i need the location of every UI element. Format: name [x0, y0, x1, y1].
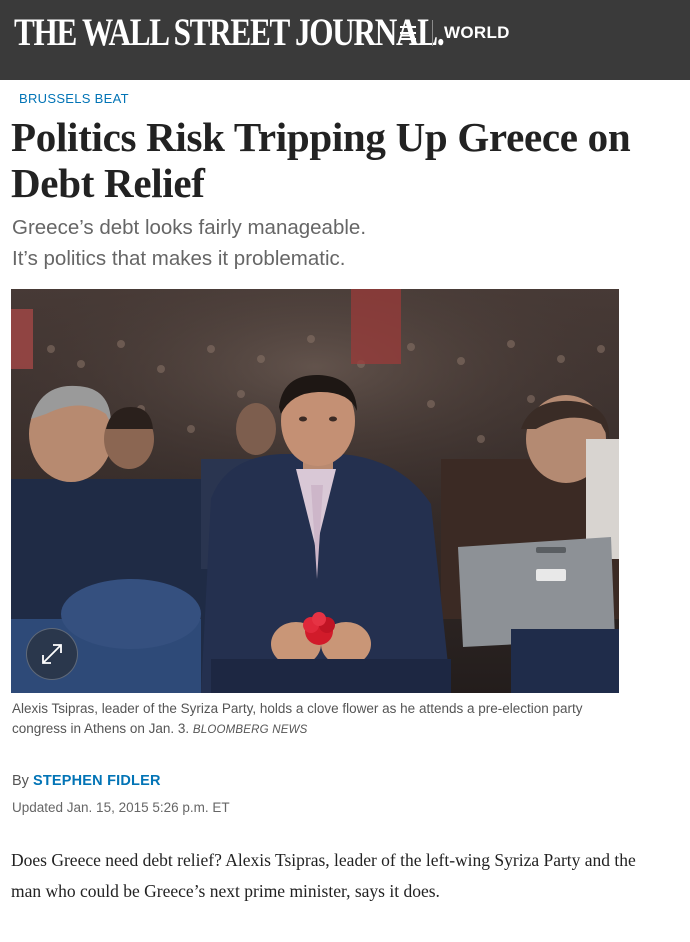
article-photo[interactable] — [11, 289, 619, 693]
photo-illustration — [11, 289, 619, 693]
masthead-logo[interactable]: THE WALL STREET JOURNAL. — [14, 10, 445, 56]
article-body-paragraph: Does Greece need debt relief? Alexis Tsi… — [11, 850, 636, 901]
article-dek: Greece’s debt looks fairly manageable. I… — [12, 212, 652, 274]
nav-divider — [432, 20, 433, 46]
section-link-world[interactable]: WORLD — [444, 22, 510, 44]
expand-icon — [42, 644, 62, 664]
article-kicker[interactable]: BRUSSELS BEAT — [19, 91, 129, 106]
article-headline: Politics Risk Tripping Up Greece on Debt… — [11, 114, 631, 206]
byline-prefix: By — [12, 773, 29, 789]
top-navigation-bar: THE WALL STREET JOURNAL. WORLD — [0, 0, 690, 80]
hamburger-menu-icon[interactable] — [400, 26, 416, 40]
author-link[interactable]: STEPHEN FIDLER — [33, 773, 161, 789]
article-timestamp: Updated Jan. 15, 2015 5:26 p.m. ET — [12, 800, 230, 815]
dek-line-2: It’s politics that makes it problematic. — [12, 247, 346, 270]
expand-photo-button[interactable] — [26, 628, 78, 680]
dek-line-1: Greece’s debt looks fairly manageable. — [12, 216, 367, 239]
photo-caption: Alexis Tsipras, leader of the Syriza Par… — [12, 699, 612, 740]
photo-credit: BLOOMBERG NEWS — [192, 724, 308, 736]
byline: By STEPHEN FIDLER — [12, 773, 161, 789]
